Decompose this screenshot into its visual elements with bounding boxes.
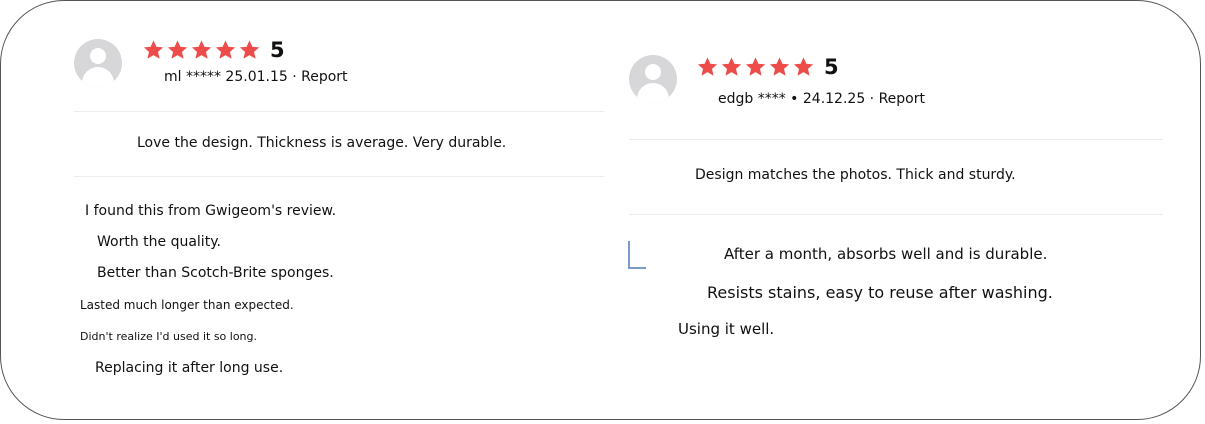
star-icon [214,39,238,61]
star-icon [744,56,768,78]
review-line: Worth the quality. [97,234,221,250]
review-card: 5 ml ***** 25.01.15 · Report Love the de… [0,0,1201,420]
star-rating: 5 [696,55,839,79]
review-line: Better than Scotch-Brite sponges. [97,265,334,281]
review-meta[interactable]: ml ***** 25.01.15 · Report [164,69,348,85]
review-line: Replacing it after long use. [95,360,284,376]
star-icon [238,39,262,61]
review-meta[interactable]: edgb **** • 24.12.25 · Report [718,91,925,107]
review-line: I found this from Gwigeom's review. [85,203,337,219]
review-line: Didn't realize I'd used it so long. [80,330,258,343]
divider [74,176,604,177]
star-icon [768,56,792,78]
star-icon [720,56,744,78]
rating-score: 5 [270,38,285,62]
star-icon [166,39,190,61]
star-icon [696,56,720,78]
review-summary: Love the design. Thickness is average. V… [137,135,507,151]
rating-score: 5 [824,55,839,79]
review-line: Using it well. [678,320,775,338]
review-line: After a month, absorbs well and is durab… [724,245,1048,263]
star-rating: 5 [142,38,285,62]
review-line: Lasted much longer than expected. [80,298,294,312]
user-avatar-icon [74,39,122,87]
review-line: Resists stains, easy to reuse after wash… [707,283,1053,302]
star-icon [190,39,214,61]
divider [74,111,604,112]
star-icon [792,56,816,78]
divider [629,214,1163,215]
user-avatar-icon [629,55,677,103]
divider [629,139,1163,140]
image-edge-mark [628,241,646,269]
review-summary: Design matches the photos. Thick and stu… [695,167,1016,183]
star-icon [142,39,166,61]
